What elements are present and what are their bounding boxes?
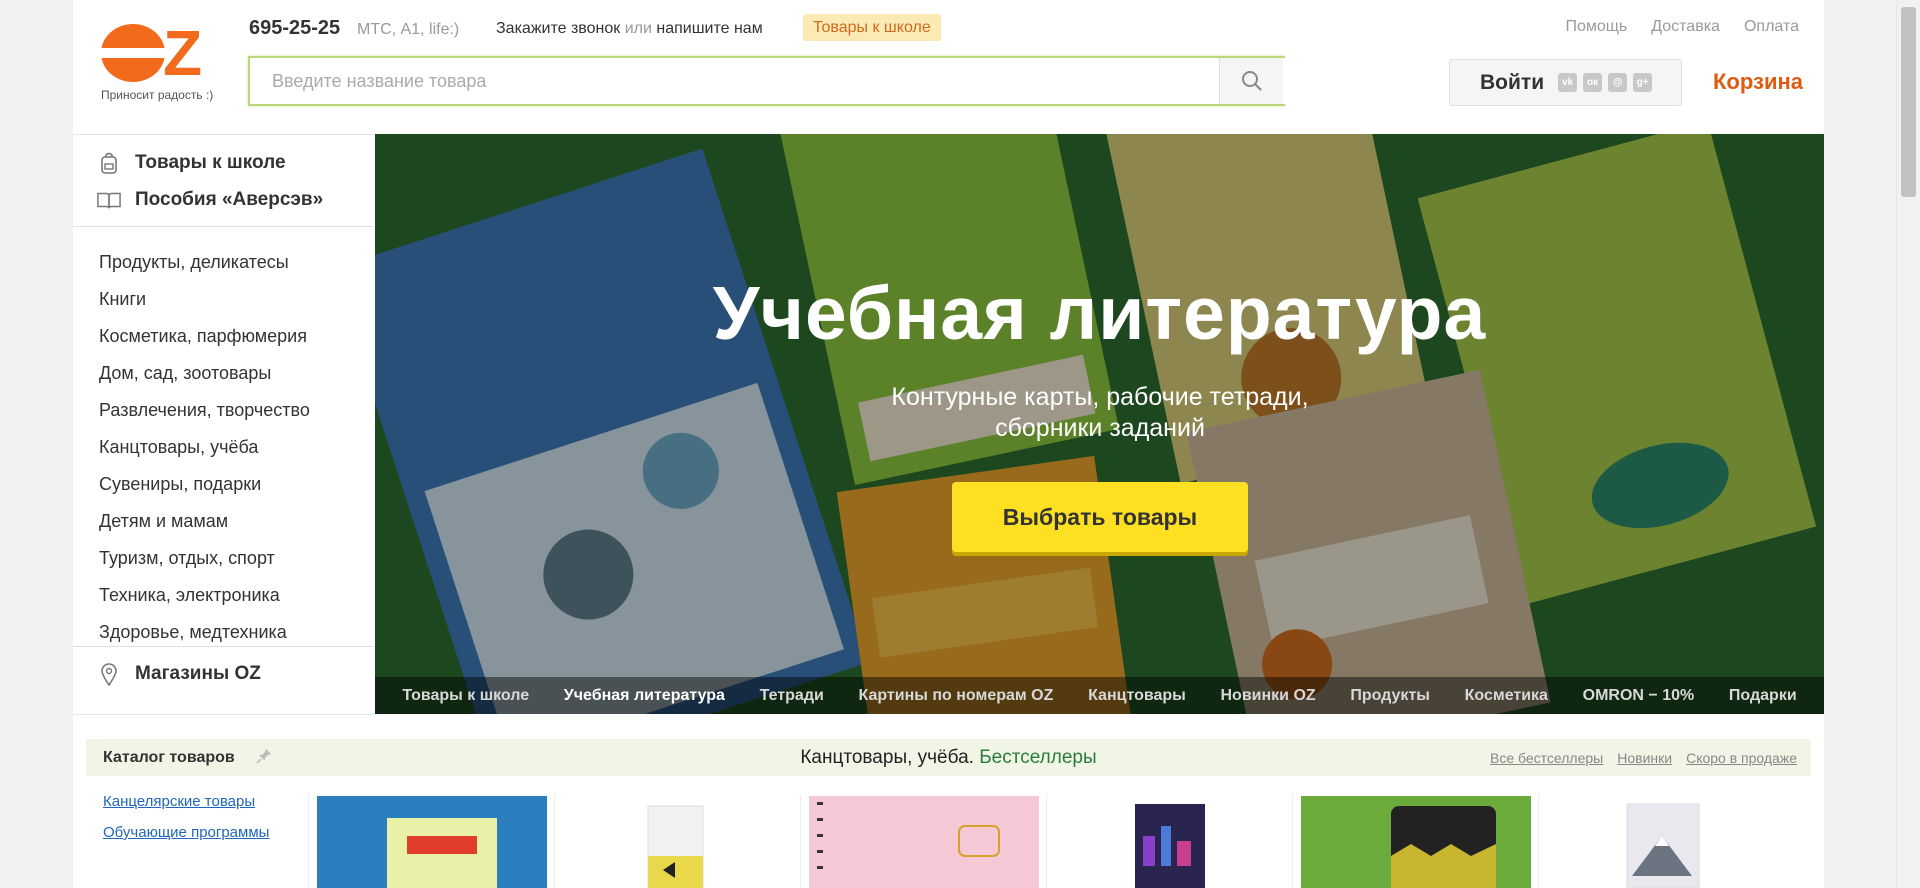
sidebar-category-item[interactable]: Дом, сад, зоотовары <box>73 355 374 392</box>
search-icon <box>1241 71 1262 91</box>
product-image <box>647 805 703 888</box>
hero-tab[interactable]: Подарки <box>1729 687 1797 705</box>
school-goods-badge[interactable]: Товары к школе <box>803 14 941 41</box>
catalog-label[interactable]: Каталог товаров <box>103 749 235 767</box>
hero-tab[interactable]: OMRON − 10% <box>1583 687 1695 705</box>
backpack-icon <box>97 152 121 174</box>
product-card[interactable] <box>1292 794 1538 888</box>
logo-tagline: Приносит радость :) <box>101 88 214 102</box>
sidebar-category-item[interactable]: Детям и мамам <box>73 503 374 540</box>
catalog-sublinks: Канцелярские товары Обучающие программы <box>103 793 269 855</box>
login-button[interactable]: Войти vk ок @ g+ <box>1449 59 1682 106</box>
sidebar-category-item[interactable]: Косметика, парфюмерия <box>73 318 374 355</box>
top-links: Помощь Доставка Оплата <box>1565 18 1799 36</box>
product-image <box>808 796 1039 888</box>
product-image <box>1134 804 1205 888</box>
sidebar-item-label: Пособия «Аверсэв» <box>135 188 324 210</box>
product-card[interactable] <box>1046 794 1292 888</box>
mailru-icon[interactable]: @ <box>1608 73 1628 92</box>
search-box <box>248 56 1358 106</box>
phone-operators: МТС, А1, life:) <box>357 21 460 38</box>
hero-title: Учебная литература <box>712 271 1487 355</box>
sidebar-item-aversev[interactable]: Пособия «Аверсэв» <box>73 181 374 218</box>
hero-tab[interactable]: Учебная литература <box>564 687 725 705</box>
sidebar-category-item[interactable]: Канцтовары, учёба <box>73 429 374 466</box>
product-card[interactable] <box>308 794 554 888</box>
new-items-link[interactable]: Новинки <box>1617 750 1672 766</box>
product-image <box>1626 803 1699 888</box>
page-scrollbar[interactable] <box>1896 0 1920 888</box>
hero-banner[interactable]: Учебная литература Контурные карты, рабо… <box>375 134 1824 714</box>
product-card[interactable] <box>800 794 1046 888</box>
sidebar-item-label: Товары к школе <box>135 151 286 173</box>
location-pin-icon <box>97 662 121 686</box>
stores-label: Магазины OZ <box>135 662 261 684</box>
sidebar-category-item[interactable]: Развлечения, творчество <box>73 392 374 429</box>
catalog-links: Все бестселлеры Новинки Скоро в продаже <box>1490 750 1797 766</box>
product-card[interactable] <box>1538 794 1784 888</box>
cart-link[interactable]: Корзина <box>1713 69 1803 95</box>
search-input[interactable] <box>250 58 1358 104</box>
order-call-link[interactable]: Закажите звонок <box>496 20 620 37</box>
write-us-link[interactable]: напишите нам <box>656 20 762 37</box>
pin-icon[interactable] <box>256 748 272 769</box>
vk-icon[interactable]: vk <box>1558 73 1578 92</box>
logo[interactable]: Z Приносит радость :) <box>95 21 221 102</box>
catalog-title-accent[interactable]: Бестселлеры <box>979 747 1096 768</box>
hero-tab[interactable]: Тетради <box>760 687 824 705</box>
hero-tab[interactable]: Новинки OZ <box>1220 687 1315 705</box>
catalog-bar: Каталог товаров Канцтовары, учёба. Бестс… <box>86 739 1811 776</box>
product-card[interactable] <box>554 794 800 888</box>
hero-tab[interactable]: Продукты <box>1350 687 1430 705</box>
category-sidebar: Товары к школе Пособия «Аверсэв» Продукт… <box>73 134 374 715</box>
oz-logo-mark: Z <box>95 21 221 85</box>
hero-subtitle: Контурные карты, рабочие тетради, сборни… <box>891 383 1309 442</box>
coming-soon-link[interactable]: Скоро в продаже <box>1686 750 1797 766</box>
sidebar-category-item[interactable]: Книги <box>73 281 374 318</box>
hero-tab[interactable]: Товары к школе <box>402 687 529 705</box>
hero-tab[interactable]: Канцтовары <box>1088 687 1186 705</box>
sidebar-category-item[interactable]: Техника, электроника <box>73 577 374 614</box>
callback-links: Закажите звонок или напишите нам <box>496 20 763 38</box>
help-link[interactable]: Помощь <box>1565 18 1627 36</box>
login-label: Войти <box>1480 70 1545 94</box>
product-row <box>308 794 1813 888</box>
sidebar-category-item[interactable]: Продукты, деликатесы <box>73 244 374 281</box>
educational-programs-link[interactable]: Обучающие программы <box>103 824 269 855</box>
ok-icon[interactable]: ок <box>1583 73 1603 92</box>
sidebar-item-stores[interactable]: Магазины OZ <box>73 646 374 700</box>
sidebar-category-item[interactable]: Туризм, отдых, спорт <box>73 540 374 577</box>
sidebar-item-school[interactable]: Товары к школе <box>73 144 374 181</box>
search-button[interactable] <box>1219 58 1283 104</box>
hero-tab[interactable]: Косметика <box>1465 687 1548 705</box>
catalog-title-main: Канцтовары, учёба. <box>800 747 974 768</box>
phone-number: 695-25-25 <box>249 17 341 39</box>
sidebar-category-item[interactable]: Сувениры, подарки <box>73 466 374 503</box>
product-image <box>316 796 547 888</box>
stationery-link[interactable]: Канцелярские товары <box>103 793 269 824</box>
or-text: или <box>624 20 652 37</box>
hero-tabs: Товары к школе Учебная литература Тетради К… <box>375 677 1824 714</box>
product-image <box>1300 796 1531 888</box>
payment-link[interactable]: Оплата <box>1744 18 1799 36</box>
google-plus-icon[interactable]: g+ <box>1633 73 1653 92</box>
book-icon <box>97 190 121 210</box>
hero-tab[interactable]: Картины по номерам OZ <box>859 687 1054 705</box>
choose-goods-button[interactable]: Выбрать товары <box>952 482 1248 552</box>
delivery-link[interactable]: Доставка <box>1651 18 1720 36</box>
page: Z Приносит радость :) 695-25-25 МТС, А1,… <box>73 0 1824 888</box>
scrollbar-thumb[interactable] <box>1901 7 1916 197</box>
all-bestsellers-link[interactable]: Все бестселлеры <box>1490 750 1603 766</box>
